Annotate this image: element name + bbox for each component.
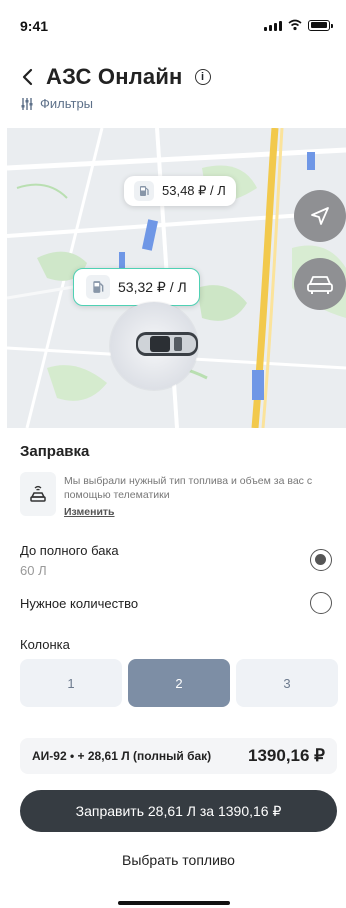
- radio-custom-amount[interactable]: [310, 592, 332, 614]
- pump-title: Колонка: [20, 637, 70, 652]
- refuel-section: Заправка: [20, 443, 334, 460]
- fuel-summary: АИ-92 • + 28,61 Л (полный бак): [32, 749, 212, 763]
- select-fuel-button[interactable]: Выбрать топливо: [20, 852, 337, 868]
- option-custom-amount[interactable]: Нужное количество: [20, 592, 334, 614]
- fuel-station-pin-selected[interactable]: 53,32 ₽ / Л: [73, 268, 200, 306]
- home-indicator: [118, 901, 230, 905]
- signal-icon: [264, 19, 282, 31]
- fuel-pump-icon: [86, 275, 110, 299]
- pin-price: 53,48 ₽ / Л: [162, 183, 226, 198]
- telematics-icon: [20, 472, 56, 516]
- pump-option-2[interactable]: 2: [128, 659, 230, 707]
- page-header: АЗС Онлайн i Фильтры: [20, 64, 326, 111]
- status-time: 9:41: [20, 18, 49, 34]
- locate-me-button[interactable]: [294, 190, 346, 242]
- pump-option-3[interactable]: 3: [236, 659, 338, 707]
- order-summary: АИ-92 • + 28,61 Л (полный бак) 1390,16 ₽: [20, 738, 337, 774]
- pump-selector: 1 2 3: [20, 659, 338, 707]
- option-label: Нужное количество: [20, 596, 139, 611]
- option-sub: 60 Л: [20, 563, 47, 578]
- option-full-tank[interactable]: До полного бака 60 Л: [20, 543, 334, 578]
- telematics-note: Мы выбрали нужный тип топлива и объем за…: [20, 472, 334, 520]
- total-price: 1390,16 ₽: [248, 746, 325, 765]
- car-icon: [136, 332, 198, 356]
- fuel-pump-icon: [134, 181, 154, 201]
- page-title: АЗС Онлайн: [46, 64, 183, 89]
- telematics-text: Мы выбрали нужный тип топлива и объем за…: [64, 475, 313, 501]
- map-view[interactable]: 53,48 ₽ / Л 53,32 ₽ / Л: [7, 128, 346, 428]
- refuel-button[interactable]: Заправить 28,61 Л за 1390,16 ₽: [20, 790, 337, 832]
- filters-label: Фильтры: [40, 96, 94, 111]
- car-icon: [307, 276, 333, 294]
- car-focus-button[interactable]: [294, 258, 346, 310]
- status-icons: [264, 19, 333, 31]
- filters-button[interactable]: Фильтры: [20, 96, 326, 111]
- info-icon[interactable]: i: [194, 69, 211, 85]
- navigation-arrow-icon: [311, 207, 329, 225]
- app-screen: 9:41 АЗС Онлайн i Фильтры 53,48 ₽ / Л 53…: [0, 0, 346, 908]
- filters-icon: [21, 97, 33, 110]
- option-label: До полного бака: [20, 543, 119, 558]
- pin-price: 53,32 ₽ / Л: [118, 278, 187, 295]
- pump-section: Колонка: [20, 637, 334, 652]
- pump-option-1[interactable]: 1: [20, 659, 122, 707]
- user-location-marker: [110, 302, 198, 390]
- fuel-station-pin[interactable]: 53,48 ₽ / Л: [124, 176, 236, 206]
- status-bar: 9:41: [0, 0, 346, 48]
- radio-full-tank[interactable]: [310, 549, 332, 571]
- section-title: Заправка: [20, 443, 90, 460]
- change-link[interactable]: Изменить: [64, 506, 115, 518]
- wifi-icon: [288, 19, 302, 31]
- back-arrow-icon[interactable]: [20, 65, 36, 89]
- battery-icon: [308, 19, 333, 31]
